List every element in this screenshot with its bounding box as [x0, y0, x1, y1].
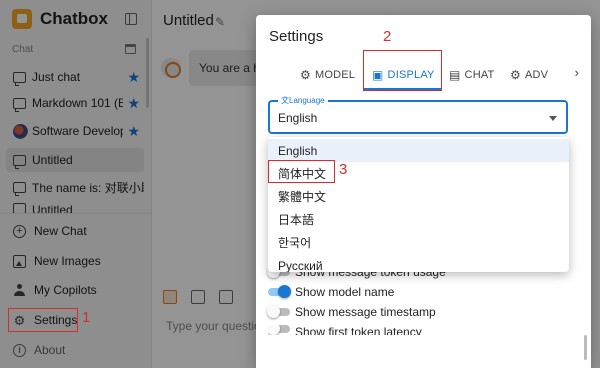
tab-chat-label: CHAT: [464, 69, 495, 81]
language-option[interactable]: 日本語: [268, 208, 569, 231]
toggle-label: Show message timestamp: [295, 305, 436, 319]
toggle-label: Show model name: [295, 285, 395, 299]
switch-timestamp[interactable]: [267, 305, 290, 318]
translate-icon: 文: [281, 96, 289, 105]
language-option[interactable]: English: [268, 139, 569, 162]
language-option[interactable]: 繁體中文: [268, 185, 569, 208]
language-value: English: [278, 111, 318, 125]
tab-model-label: MODEL: [314, 69, 356, 81]
language-label: 文Language: [278, 95, 328, 106]
toggle-label: Show first token latency: [295, 325, 422, 335]
robot-icon: ⚙: [300, 68, 311, 82]
chat-icon: ▤: [449, 68, 461, 82]
language-option[interactable]: 한국어: [268, 231, 569, 254]
chevron-right-icon[interactable]: ›: [575, 65, 579, 80]
tab-advanced[interactable]: ⚙ ADV: [510, 60, 548, 90]
annotation-number: 3: [339, 161, 348, 178]
gear-icon: ⚙: [510, 68, 521, 82]
tab-model[interactable]: ⚙ MODEL: [300, 60, 355, 90]
switch-model-name[interactable]: [268, 285, 291, 298]
annotation-box-language: [268, 160, 335, 183]
language-option[interactable]: Русский: [268, 254, 569, 273]
toggle-timestamp[interactable]: Show message timestamp: [267, 305, 436, 319]
toggle-model-name[interactable]: Show model name: [268, 285, 394, 299]
language-label-text: Language: [289, 96, 325, 105]
annotation-number: 1: [82, 309, 91, 326]
annotation-number: 2: [383, 28, 392, 45]
tab-advanced-label: ADV: [524, 69, 549, 81]
tab-chat[interactable]: ▤ CHAT: [449, 60, 494, 90]
dialog-scrollbar[interactable]: [584, 335, 587, 360]
caret-down-icon: [549, 116, 557, 121]
annotation-box-display: [363, 50, 442, 91]
switch-first-token[interactable]: [268, 325, 290, 335]
language-menu: English 简体中文 繁體中文 日本語 한국어 Русский: [268, 137, 569, 272]
language-select[interactable]: 文Language English: [268, 95, 568, 134]
toggle-first-token[interactable]: Show first token latency: [268, 325, 422, 335]
dialog-title: Settings: [269, 28, 324, 45]
annotation-box-settings: [8, 308, 78, 332]
